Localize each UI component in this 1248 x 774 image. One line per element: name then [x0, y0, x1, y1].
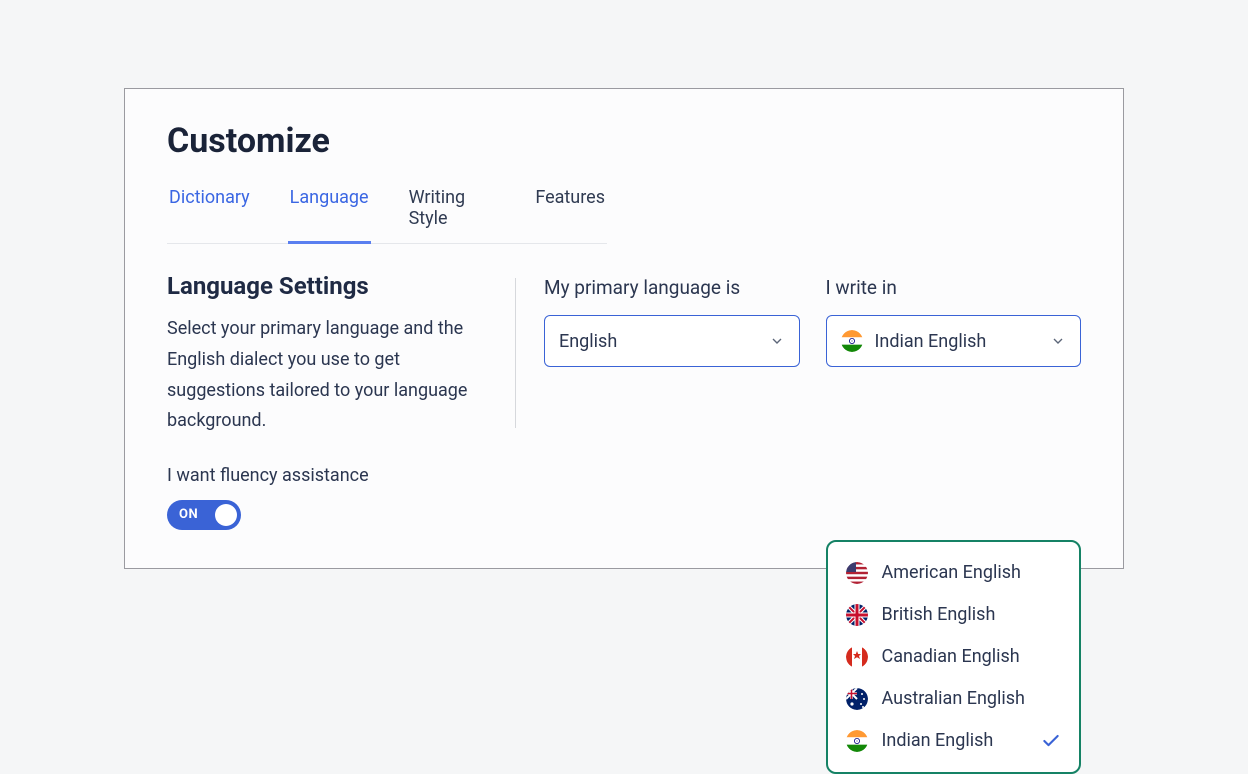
dialect-select[interactable]: Indian English	[826, 315, 1082, 367]
section-description: Select your primary language and the Eng…	[167, 314, 487, 436]
dialect-value: Indian English	[875, 331, 987, 352]
fluency-label: I want fluency assistance	[167, 465, 487, 486]
toggle-knob	[215, 504, 237, 526]
toggle-text: ON	[179, 507, 198, 522]
dialect-option[interactable]: British English	[834, 594, 1074, 636]
customize-panel: Customize Dictionary Language Writing St…	[124, 88, 1124, 568]
dialect-option-label: American English	[882, 562, 1021, 583]
chevron-down-icon	[1050, 333, 1066, 349]
tab-dictionary[interactable]: Dictionary	[167, 181, 252, 244]
check-icon	[1041, 731, 1061, 751]
dialect-option-label: Indian English	[882, 730, 994, 751]
dialect-option[interactable]: American English	[834, 552, 1074, 594]
section-heading: Language Settings	[167, 272, 487, 300]
flag-uk-icon	[846, 604, 868, 626]
primary-language-select[interactable]: English	[544, 315, 800, 367]
dialect-label: I write in	[826, 276, 1082, 299]
dialect-option-label: Australian English	[882, 688, 1025, 709]
flag-in-icon	[846, 730, 868, 752]
chevron-down-icon	[769, 333, 785, 349]
dialect-option[interactable]: Australian English	[834, 678, 1074, 720]
primary-language-label: My primary language is	[544, 276, 800, 299]
tabs-bar: Dictionary Language Writing Style Featur…	[167, 181, 607, 244]
dialect-option-label: British English	[882, 604, 996, 625]
flag-us-icon	[846, 562, 868, 584]
tab-writing-style[interactable]: Writing Style	[407, 181, 498, 244]
flag-au-icon	[846, 688, 868, 710]
dialect-option[interactable]: Indian English	[834, 720, 1074, 762]
tab-features[interactable]: Features	[533, 181, 607, 244]
page-title: Customize	[167, 121, 1081, 161]
flag-india-icon	[841, 330, 863, 352]
primary-language-value: English	[559, 331, 617, 352]
fluency-toggle[interactable]: ON	[167, 500, 241, 530]
divider	[515, 278, 516, 428]
tab-language[interactable]: Language	[288, 181, 371, 244]
